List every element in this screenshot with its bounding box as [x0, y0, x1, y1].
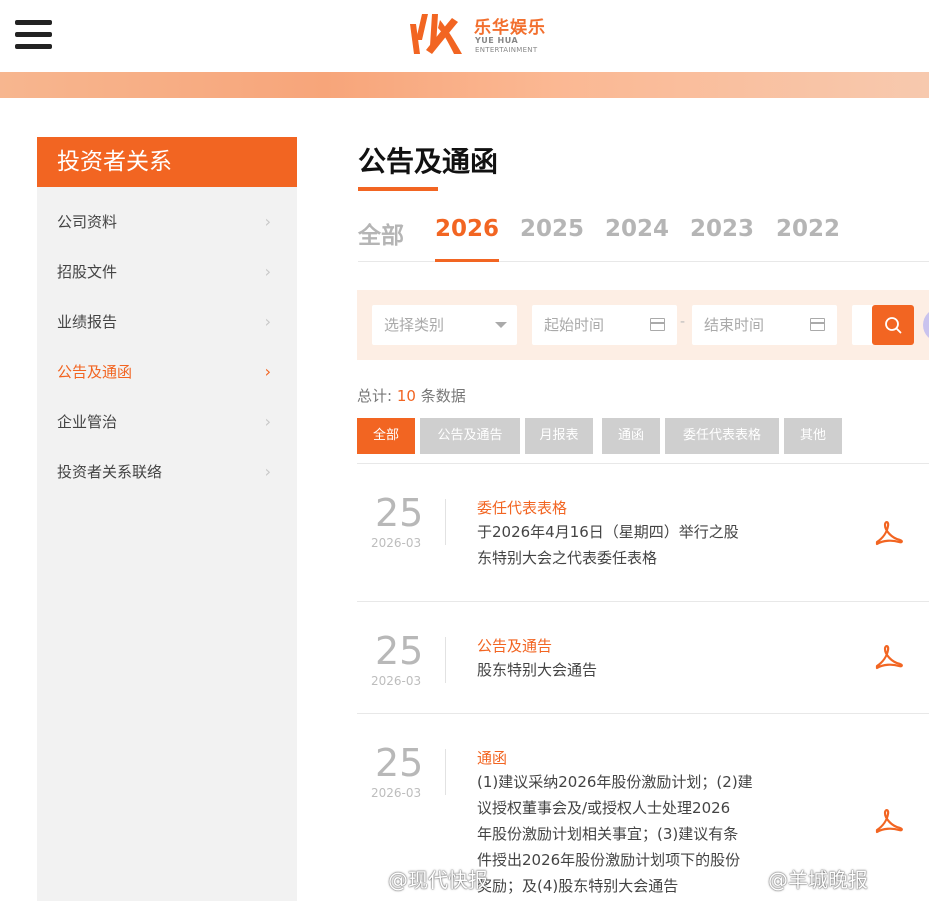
page-title: 公告及通函: [358, 145, 499, 178]
item-year-month: 2026-03: [371, 786, 422, 800]
item-year-month: 2026-03: [371, 674, 422, 688]
sidebar-item-label: 招股文件: [57, 263, 118, 281]
tab-year-2025[interactable]: 2025: [520, 216, 584, 242]
tab-year-2026[interactable]: 2026: [435, 216, 500, 262]
header-banner: [0, 72, 929, 98]
logo-chinese: 乐华娱乐: [474, 18, 546, 38]
sidebar-item-ir-contact[interactable]: 投资者关系联络 ›: [37, 447, 297, 497]
site-header: 乐华娱乐 YUE HUA ENTERTAINMENT: [0, 0, 929, 72]
calendar-icon: [650, 318, 665, 331]
item-divider: [445, 637, 446, 683]
chevron-right-icon: ›: [264, 262, 271, 281]
sidebar-item-label: 企业管治: [57, 413, 118, 431]
tab-year-2024[interactable]: 2024: [605, 216, 669, 242]
sidebar-item-label: 业绩报告: [57, 313, 118, 331]
total-prefix: 总计:: [357, 387, 393, 405]
item-description[interactable]: 股东特别大会通告: [477, 657, 762, 683]
item-description[interactable]: 于2026年4月16日（星期四）举行之股 东特别大会之代表委任表格: [477, 519, 762, 571]
chevron-right-icon: ›: [264, 362, 271, 381]
chevron-right-icon: ›: [264, 412, 271, 431]
tab-category-all[interactable]: 全部: [357, 418, 415, 454]
item-text-line: 奖励；及(4)股东特别大会通告: [477, 877, 679, 895]
logo-mark-icon: [410, 14, 462, 54]
sidebar-item-announcements[interactable]: 公告及通函 ›: [37, 347, 297, 397]
sidebar-item-label: 公司资料: [57, 213, 118, 231]
pdf-icon[interactable]: [871, 640, 905, 674]
chevron-right-icon: ›: [264, 212, 271, 231]
sidebar-item-label: 投资者关系联络: [57, 463, 163, 481]
title-underline: [358, 187, 438, 191]
tab-category-monthly-returns[interactable]: 月报表: [525, 418, 593, 454]
item-text-line: 议授权董事会及/或授权人士处理2026: [477, 799, 731, 817]
item-year-month: 2026-03: [371, 536, 422, 550]
category-placeholder: 选择类别: [384, 316, 445, 334]
list-item: 25 2026-03 委任代表表格 于2026年4月16日（星期四）举行之股 东…: [357, 463, 929, 601]
watermark-right: @羊城晚报: [768, 868, 868, 892]
tab-category-proxy-forms[interactable]: 委任代表表格: [665, 418, 779, 454]
chevron-right-icon: ›: [264, 462, 271, 481]
tab-category-circulars[interactable]: 通函: [602, 418, 660, 454]
end-date-placeholder: 结束时间: [704, 316, 765, 334]
search-icon: [885, 317, 902, 334]
item-type-link[interactable]: 公告及通告: [477, 635, 552, 656]
tab-category-others[interactable]: 其他: [784, 418, 842, 454]
start-date-placeholder: 起始时间: [544, 316, 605, 334]
sidebar: 投资者关系 公司资料 › 招股文件 › 业绩报告 › 公告及通函 › 企业管治 …: [37, 137, 297, 901]
item-type-link[interactable]: 通函: [477, 747, 507, 768]
category-select[interactable]: 选择类别: [372, 305, 517, 345]
item-text-line: 年股份激励计划相关事宜；(3)建议有条: [477, 825, 739, 843]
logo-english-line2: ENTERTAINMENT: [475, 46, 538, 54]
tab-year-all[interactable]: 全部: [358, 216, 404, 250]
total-suffix: 条数据: [420, 387, 466, 405]
item-day: 25: [375, 741, 424, 785]
total-number: 10: [396, 387, 416, 405]
item-type-link[interactable]: 委任代表表格: [477, 497, 567, 518]
item-description[interactable]: (1)建议采纳2026年股份激励计划；(2)建 议授权董事会及/或授权人士处理2…: [477, 769, 762, 899]
menu-icon[interactable]: [15, 20, 52, 50]
date-range-dash: -: [680, 314, 686, 330]
item-text-line: 件授出2026年股份激励计划项下的股份: [477, 851, 741, 869]
floating-button-edge[interactable]: [923, 308, 929, 342]
item-text-line: 于2026年4月16日（星期四）举行之股: [477, 523, 739, 541]
item-day: 25: [375, 491, 424, 535]
sidebar-item-results[interactable]: 业绩报告 ›: [37, 297, 297, 347]
watermark-left: @现代快报: [388, 868, 488, 892]
sidebar-menu: 公司资料 › 招股文件 › 业绩报告 › 公告及通函 › 企业管治 › 投资者关…: [37, 197, 297, 497]
sidebar-item-company-info[interactable]: 公司资料 ›: [37, 197, 297, 247]
start-date-input[interactable]: 起始时间: [532, 305, 677, 345]
end-date-input[interactable]: 结束时间: [692, 305, 837, 345]
item-day: 25: [375, 629, 424, 673]
item-text-line: 东特别大会之代表委任表格: [477, 549, 658, 567]
list-item: 25 2026-03 公告及通告 股东特别大会通告: [357, 601, 929, 713]
sidebar-item-label: 公告及通函: [57, 363, 133, 381]
item-text-line: (1)建议采纳2026年股份激励计划；(2)建: [477, 773, 753, 791]
sidebar-title: 投资者关系: [37, 137, 297, 187]
calendar-icon: [810, 318, 825, 331]
item-divider: [445, 499, 446, 545]
chevron-right-icon: ›: [264, 312, 271, 331]
search-button[interactable]: [872, 305, 914, 345]
tab-year-2023[interactable]: 2023: [690, 216, 754, 242]
caret-down-icon: [495, 322, 507, 328]
total-count: 总计: 10 条数据: [357, 385, 466, 406]
sidebar-item-prospectus[interactable]: 招股文件 ›: [37, 247, 297, 297]
logo-english-line1: YUE HUA: [475, 36, 519, 45]
year-tabs: 全部 2026 2025 2024 2023 2022: [358, 216, 929, 262]
filter-bar: 选择类别 起始时间 - 结束时间: [357, 290, 929, 360]
tab-year-2022[interactable]: 2022: [776, 216, 840, 242]
pdf-icon[interactable]: [871, 516, 905, 550]
item-text-line: 股东特别大会通告: [477, 661, 598, 679]
pdf-icon[interactable]: [871, 804, 905, 838]
tab-category-announcements[interactable]: 公告及通告: [420, 418, 520, 454]
sidebar-item-governance[interactable]: 企业管治 ›: [37, 397, 297, 447]
brand-logo[interactable]: 乐华娱乐 YUE HUA ENTERTAINMENT: [408, 10, 558, 60]
item-divider: [445, 749, 446, 795]
